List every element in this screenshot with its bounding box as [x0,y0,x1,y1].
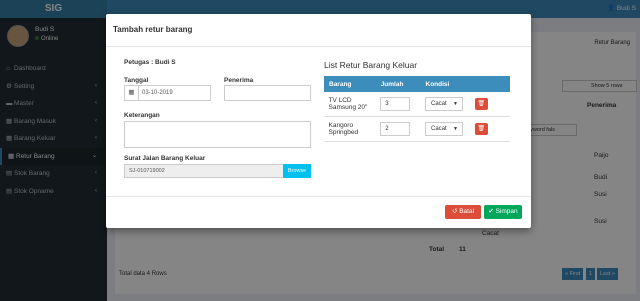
simpan-label: Simpan [495,208,518,215]
simpan-button[interactable]: ✔ Simpan [484,205,522,219]
table-row: Kangoro Springbed 2 Cacat ▼ 🗑 [324,116,510,142]
kondisi-cell: Cacat ▼ [421,91,471,117]
check-circle-icon: ✔ [488,208,494,215]
chevron-down-icon: ▼ [453,101,458,107]
kondisi-select[interactable]: Cacat ▼ [425,97,463,111]
modal-footer: ↺ Batal ✔ Simpan [106,196,531,228]
delete-row-button[interactable]: 🗑 [474,123,488,135]
barang-cell: Kangoro Springbed [324,116,377,142]
jumlah-input[interactable]: 2 [380,122,411,136]
col-header-kondisi: Kondisi [420,76,472,92]
retur-items-table: Barang Jumlah Kondisi TV LCD Samsung 20"… [324,76,510,142]
col-header-barang: Barang [324,76,377,92]
action-cell: 🗑 [470,91,510,117]
calendar-icon: ▦ [125,86,139,100]
list-retur-title: List Retur Barang Keluar [324,60,418,70]
batal-label: Batal [459,208,475,215]
penerima-label: Penerima [224,77,254,84]
penerima-field[interactable] [224,85,311,101]
tanggal-field[interactable]: ▦ 03-10-2019 [124,85,211,101]
jumlah-cell: 2 [376,116,421,142]
kondisi-value: Cacat [431,101,447,107]
undo-icon: ↺ [451,208,458,215]
keterangan-textarea[interactable] [124,121,311,148]
batal-button[interactable]: ↺ Batal [445,205,481,219]
modal-header: Tambah retur barang [106,14,531,47]
col-header-action [470,76,510,92]
kondisi-value: Cacat [431,126,447,132]
kondisi-select[interactable]: Cacat ▼ [425,122,463,136]
modal-body: Petugas : Budi S Tanggal ▦ 03-10-2019 Pen… [106,48,531,193]
keterangan-label: Keterangan [124,112,160,119]
kondisi-cell: Cacat ▼ [421,116,471,142]
jumlah-cell: 3 [376,91,421,117]
surat-jalan-label: Surat Jalan Barang Keluar [124,155,206,162]
petugas-label: Petugas : Budi S [124,59,176,66]
delete-row-button[interactable]: 🗑 [474,98,488,110]
chevron-down-icon: ▼ [453,126,458,132]
trash-icon: 🗑 [477,101,486,107]
modal-title: Tambah retur barang [113,25,193,34]
action-cell: 🗑 [470,116,510,142]
trash-icon: 🗑 [477,126,486,132]
tanggal-label: Tanggal [124,77,149,84]
tanggal-value: 03-10-2019 [142,90,173,96]
jumlah-input[interactable]: 3 [380,97,411,111]
table-header-row: Barang Jumlah Kondisi [324,76,510,92]
barang-cell: TV LCD Samsung 20" [324,91,377,117]
retur-modal: Tambah retur barang Petugas : Budi S Tan… [106,14,531,228]
browse-button[interactable]: Browse [283,164,311,178]
col-header-jumlah: Jumlah [375,76,422,92]
table-row: TV LCD Samsung 20" 3 Cacat ▼ 🗑 [324,91,510,117]
